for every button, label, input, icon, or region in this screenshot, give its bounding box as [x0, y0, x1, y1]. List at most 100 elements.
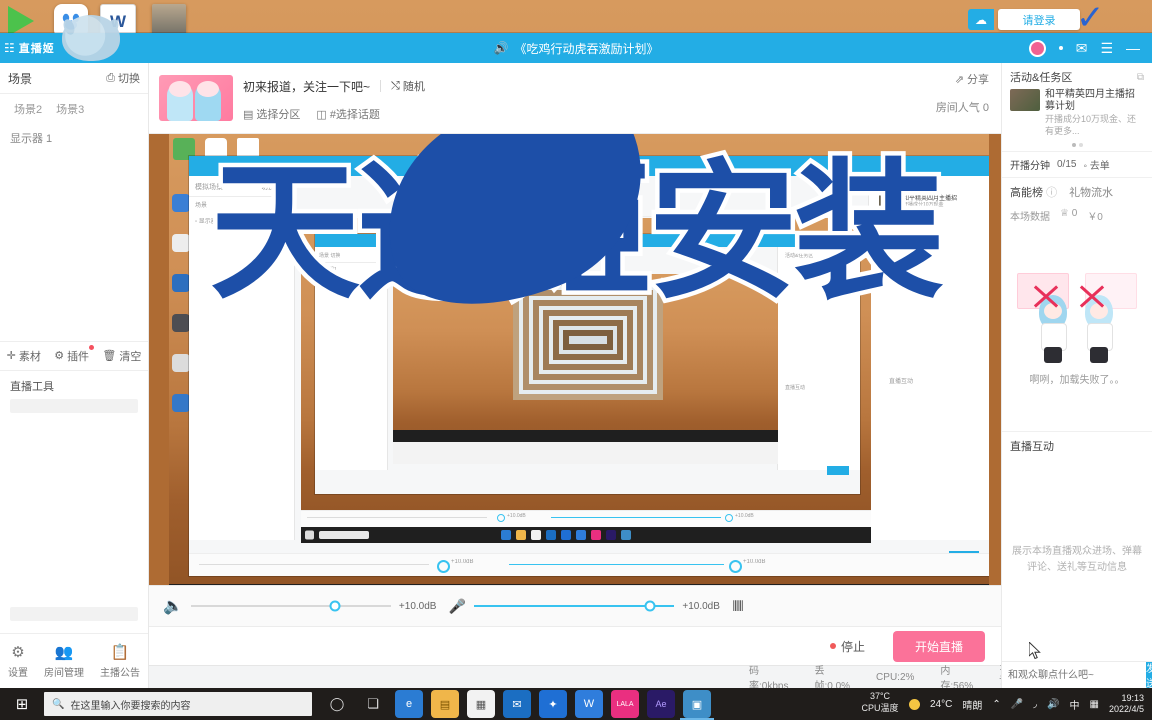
- task-link[interactable]: ◦ 去单: [1083, 157, 1109, 172]
- random-title-button[interactable]: ⤭ 随机: [391, 78, 425, 94]
- cloud-sync-button[interactable]: ☁: [968, 9, 994, 30]
- room-chip-row: ▤ 选择分区 ◫ #选择话题: [243, 106, 991, 122]
- shuffle-icon: ⤭: [391, 79, 400, 92]
- session-fans: ♕ 0: [1060, 208, 1078, 219]
- equalizer-icon[interactable]: ⦀⦀: [732, 598, 743, 615]
- error-illustration: [1017, 273, 1137, 365]
- session-data-label: 本场数据: [1010, 212, 1050, 223]
- scene-panel-header: 场景 ⎙ 切换: [0, 63, 148, 94]
- speaker-icon[interactable]: 🔈: [163, 596, 183, 616]
- footer-settings-button[interactable]: ⚙ 设置: [8, 643, 28, 679]
- status-dot-icon: [1058, 46, 1063, 50]
- scene-tab-3[interactable]: 场景3: [52, 100, 88, 118]
- carousel-dot-2[interactable]: [1078, 143, 1083, 147]
- cortana-icon[interactable]: ◯: [320, 688, 354, 720]
- activity-panel: 活动&任务区 ⧉ 和平精英四月主播招募计划 开播成分10万现金、还有更多... …: [1001, 63, 1152, 690]
- interaction-title: 直播互动: [1002, 430, 1152, 460]
- mic-volume-slider[interactable]: [474, 600, 675, 612]
- broadcast-minutes-row: 开播分钟 0/15 ◦ 去单: [1002, 151, 1152, 177]
- scene-tab-2[interactable]: 场景2: [10, 100, 46, 118]
- taskbar-app-bluetooth[interactable]: ✦: [536, 688, 570, 720]
- info-icon[interactable]: ⓘ: [1046, 187, 1057, 199]
- microphone-icon[interactable]: 🎤: [1011, 699, 1023, 710]
- avatar[interactable]: [1028, 39, 1046, 57]
- mail-icon[interactable]: ✉: [1076, 41, 1088, 55]
- share-button[interactable]: ⇗ 分享: [936, 71, 989, 87]
- minimize-icon[interactable]: —: [1126, 41, 1140, 55]
- carousel-dot-1[interactable]: [1071, 143, 1076, 147]
- toolbar-clear-label: 清空: [119, 350, 142, 363]
- scene-switch-button[interactable]: ⎙ 切换: [106, 70, 140, 86]
- toolbar-clear-button[interactable]: 🗑 清空: [102, 348, 141, 364]
- footer-room-manage-button[interactable]: 👥 房间管理: [44, 643, 84, 679]
- microphone-icon[interactable]: 🎤: [449, 598, 466, 615]
- speaker-db-value: +10.0dB: [398, 600, 437, 612]
- source-item-monitor[interactable]: 显示器 1: [10, 130, 138, 146]
- task-view-icon[interactable]: ❏: [356, 688, 390, 720]
- volume-icon[interactable]: 🔊: [1047, 699, 1059, 710]
- clock-date: 2022/4/5: [1108, 704, 1144, 714]
- taskbar-app-live-streaming[interactable]: ▣: [680, 688, 714, 720]
- source-list: 显示器 1: [0, 124, 148, 152]
- taskbar-app-store[interactable]: ▦: [464, 688, 498, 720]
- broadcast-minutes-value: 0/15: [1057, 159, 1077, 170]
- activity-header: 活动&任务区 ⧉: [1002, 63, 1152, 87]
- chevron-up-icon[interactable]: ⌃: [992, 699, 1000, 710]
- app-logo: ☷ 直播姬: [4, 41, 55, 55]
- mic-volume-knob[interactable]: [644, 600, 656, 612]
- stream-preview[interactable]: 模拟场景 切换 场景 ▫ 显示器1 ⤭ 随机 活动&任务区 和平精英四月主播招 …: [149, 134, 1001, 585]
- room-cover-image[interactable]: [159, 75, 233, 121]
- chat-input[interactable]: [1002, 662, 1146, 688]
- nested-screen-level-1: 模拟场景 切换 场景 ▫ 显示器1 ⤭ 随机 活动&任务区 和平精英四月主播招 …: [169, 134, 989, 585]
- weather-text: 晴朗: [962, 700, 983, 712]
- taskbar-app-wps[interactable]: W: [572, 688, 606, 720]
- taskbar-app-row: ◯ ❏ e ▤ ▦ ✉ ✦ W LALA Ae ▣: [320, 688, 714, 720]
- login-button[interactable]: 请登录: [998, 9, 1080, 30]
- hamburger-menu-icon[interactable]: ☰: [1100, 41, 1113, 55]
- toolbar-plugin-button[interactable]: ⚙ 插件: [54, 344, 95, 364]
- stream-control-bar: 停止 开始直播: [149, 626, 1041, 665]
- wifi-icon[interactable]: ◞: [1033, 699, 1037, 710]
- notification-icon[interactable]: ▦: [1090, 699, 1099, 710]
- carousel-dots[interactable]: [1002, 143, 1152, 151]
- cross-icon: [1077, 281, 1107, 311]
- room-meta: 初来报道，关注一下吧~ ⤭ 随机 ▤ 选择分区 ◫ #选择话题: [243, 74, 991, 122]
- session-income: ￥0: [1087, 212, 1103, 223]
- taskbar-app-edge[interactable]: e: [392, 688, 426, 720]
- toolbar-material-label: 素材: [18, 350, 41, 363]
- stop-button-label: 停止: [840, 639, 865, 654]
- activity-ad-card[interactable]: 和平精英四月主播招募计划 开播成分10万现金、还有更多...: [1002, 87, 1152, 143]
- taskbar-app-after-effects[interactable]: Ae: [644, 688, 678, 720]
- gear-icon: ⚙: [11, 644, 25, 661]
- task-link-label: 去单: [1089, 161, 1110, 172]
- toolbar-material-button[interactable]: ✛ 素材: [7, 348, 41, 364]
- scene-list-spacer: [0, 152, 148, 341]
- status-cpu: CPU:2%: [876, 671, 915, 683]
- start-live-button[interactable]: 开始直播: [892, 630, 985, 662]
- taskbar-search[interactable]: 🔍 在这里输入你要搜索的内容: [44, 692, 312, 716]
- room-title[interactable]: 初来报道，关注一下吧~: [243, 78, 370, 95]
- cross-icon: [1031, 281, 1061, 311]
- category-select-button[interactable]: ▤ 选择分区: [243, 106, 300, 122]
- system-tray: 24°C 晴朗 ⌃ 🎤 ◞ 🔊 中 ▦ 19:13 2022/4/5: [908, 688, 1152, 720]
- taskbar-app-mail[interactable]: ✉: [500, 688, 534, 720]
- ime-chinese-icon[interactable]: 中: [1070, 697, 1080, 712]
- mascot-decoration: [62, 15, 120, 61]
- expand-icon[interactable]: ⧉: [1137, 72, 1144, 83]
- send-button[interactable]: 发送: [1146, 662, 1152, 690]
- speaker-volume-slider[interactable]: [190, 600, 391, 612]
- taskbar-app-file-explorer[interactable]: ▤: [428, 688, 462, 720]
- tab-rank[interactable]: 高能榜 ⓘ: [1010, 184, 1057, 200]
- footer-announcement-button[interactable]: 📋 主播公告: [100, 643, 140, 679]
- windows-start-icon[interactable]: ⊞: [0, 688, 44, 720]
- speaker-volume-knob[interactable]: [329, 600, 341, 612]
- stop-button[interactable]: 停止: [816, 634, 879, 659]
- tool-placeholder-1: [10, 398, 138, 413]
- plugin-badge: [89, 344, 95, 350]
- taskbar-app-lala[interactable]: LALA: [608, 688, 642, 720]
- activity-ad-thumbnail: [1010, 89, 1040, 111]
- tab-gifts[interactable]: 礼物流水: [1069, 184, 1113, 200]
- taskbar-clock[interactable]: 19:13 2022/4/5: [1109, 693, 1144, 715]
- topic-select-button[interactable]: ◫ #选择话题: [316, 106, 380, 122]
- audio-mixer-bar: 🔈 +10.0dB 🎤 +10.0dB ⦀⦀: [149, 585, 1001, 626]
